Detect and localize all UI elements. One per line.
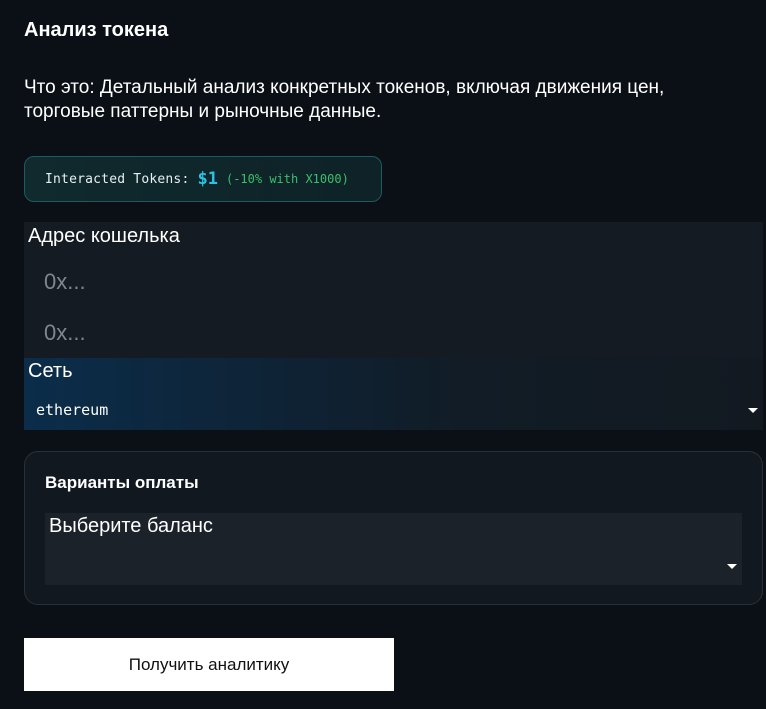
wallet-address-label: Адрес кошелька xyxy=(28,225,180,247)
payment-options-title: Варианты оплаты xyxy=(45,473,199,492)
network-selected-value: ethereum xyxy=(36,401,109,419)
wallet-address-section: Адрес кошелька xyxy=(24,222,763,358)
badge-label: Interacted Tokens: xyxy=(45,171,190,187)
network-section: Сеть ethereum xyxy=(24,358,763,430)
balance-select[interactable]: Выберите баланс xyxy=(45,513,742,585)
badge-bonus: (-10% with X1000) xyxy=(225,172,349,186)
payment-options-card: Варианты оплаты Выберите баланс xyxy=(24,451,763,605)
caret-down-icon xyxy=(748,408,758,413)
get-analytics-button[interactable]: Получить аналитику xyxy=(24,638,394,691)
wallet-address-input-2[interactable] xyxy=(24,313,763,353)
page-title: Анализ токена xyxy=(24,19,169,41)
wallet-address-input-1[interactable] xyxy=(24,262,763,302)
network-select[interactable]: ethereum xyxy=(24,396,763,424)
balance-select-label: Выберите баланс xyxy=(49,515,213,537)
network-label: Сеть xyxy=(28,360,73,382)
interacted-tokens-badge: Interacted Tokens: $1 (-10% with X1000) xyxy=(24,156,382,202)
page-description: Что это: Детальный анализ конкретных ток… xyxy=(24,77,665,122)
badge-value: $1 xyxy=(197,169,218,189)
caret-down-icon xyxy=(727,564,737,569)
